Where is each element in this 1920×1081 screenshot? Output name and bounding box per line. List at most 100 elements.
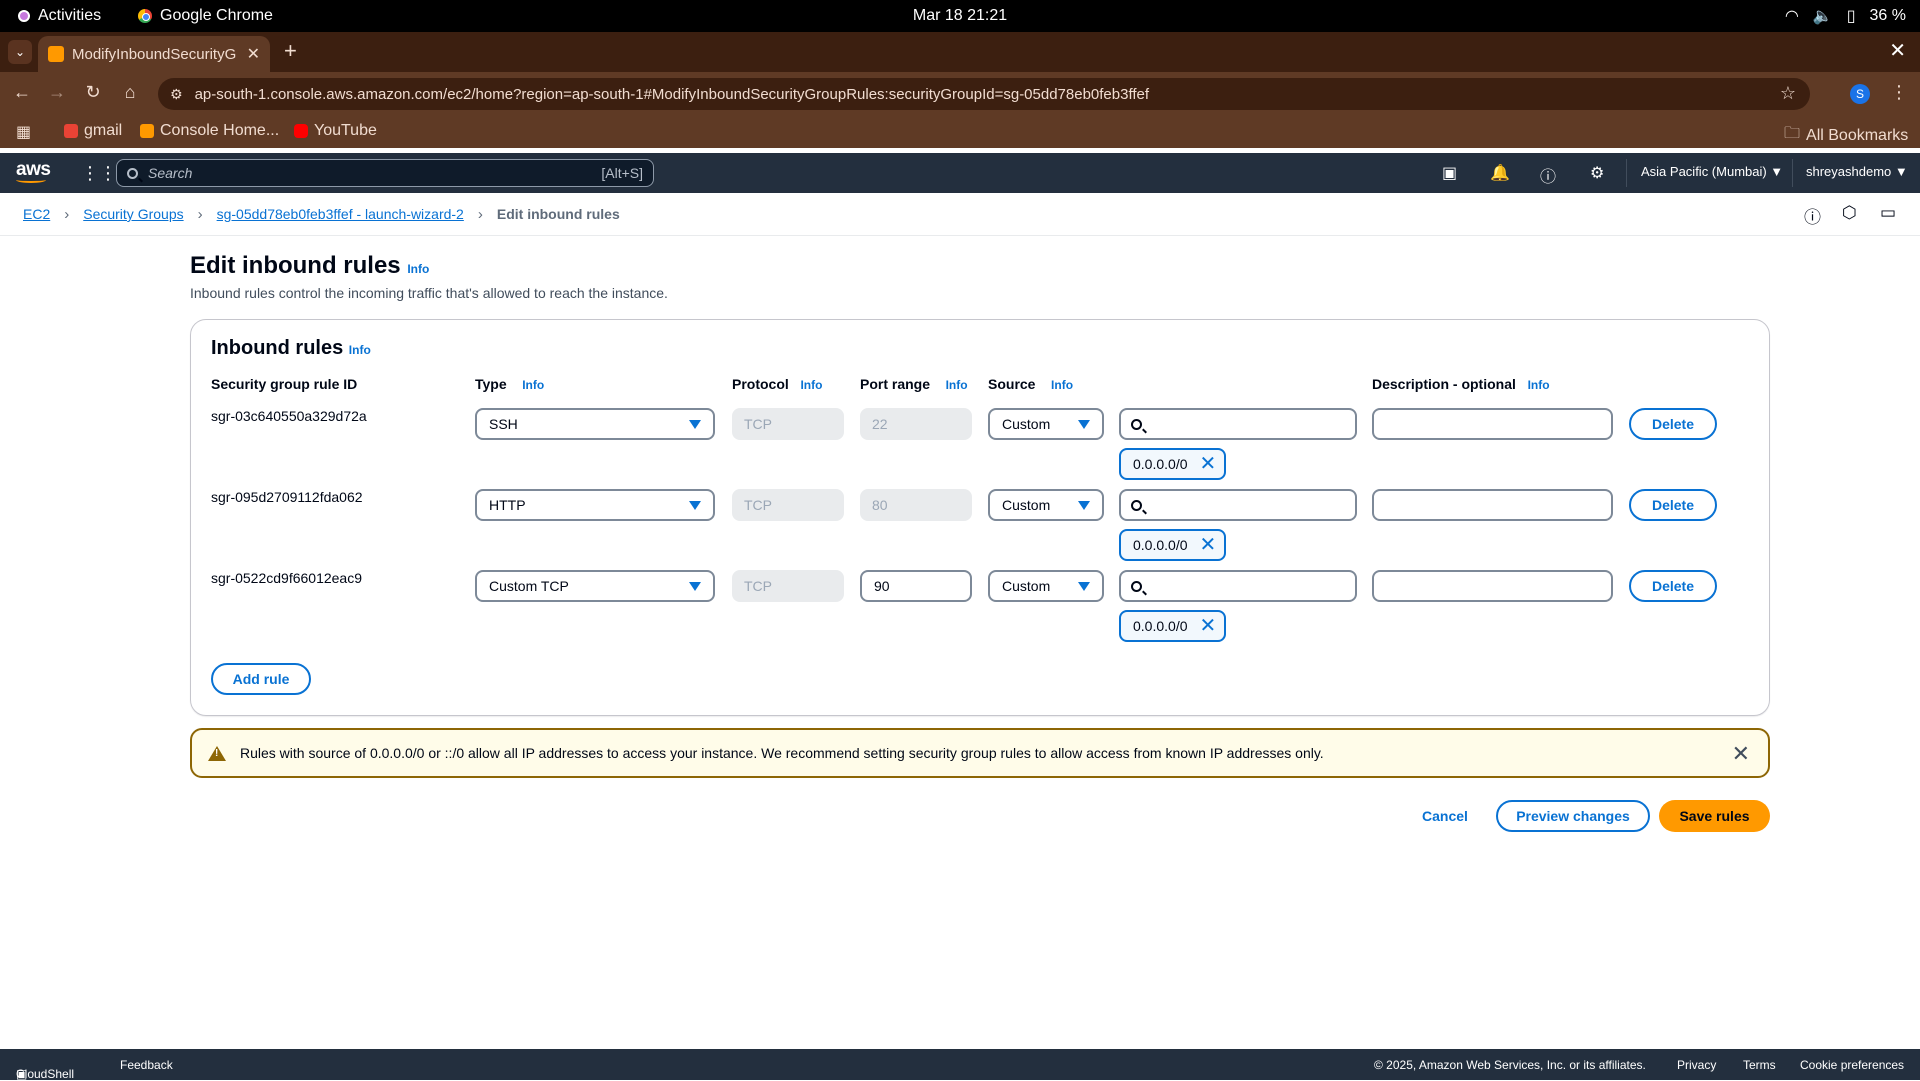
breadcrumb-current: Edit inbound rules <box>496 206 620 222</box>
close-icon[interactable]: ✕ <box>1732 741 1750 767</box>
battery-icon: ▯ <box>1846 8 1856 25</box>
bookmark-gmail[interactable]: gmail <box>64 122 122 140</box>
panel-title: Inbound rules Info <box>211 337 371 360</box>
folder-icon: 🗀 <box>1784 125 1801 142</box>
col-protocol-label: Protocol <box>732 376 789 392</box>
browser-toolbar: ← → ↻ ⌂ ⚙ ap-south-1.console.aws.amazon.… <box>0 72 1920 116</box>
divider <box>1626 159 1627 187</box>
cidr-token: 0.0.0.0/0 ✕ <box>1119 610 1227 642</box>
info-panel-icon[interactable]: ⓘ <box>1804 203 1821 228</box>
cloudshell-icon[interactable]: ▣ <box>1442 163 1457 183</box>
address-bar[interactable]: ⚙ ap-south-1.console.aws.amazon.com/ec2/… <box>158 78 1810 110</box>
breadcrumb-security-group[interactable]: sg-05dd78eb0feb3ffef - launch-wizard-2 <box>217 206 464 222</box>
region-selector[interactable]: Asia Pacific (Mumbai) ▼ <box>1641 164 1783 179</box>
settings-gear-icon[interactable]: ⚙ <box>1590 163 1604 183</box>
page-info-link[interactable]: Info <box>407 262 429 276</box>
col-port-range: Port range Info <box>860 376 968 392</box>
tab-active[interactable]: ModifyInboundSecurityG ✕ <box>38 36 270 72</box>
search-icon <box>1131 580 1142 592</box>
reload-icon[interactable]: ↻ <box>81 82 105 103</box>
source-select[interactable]: Custom <box>988 489 1104 521</box>
protocol-field: TCP <box>732 489 844 521</box>
source-select[interactable]: Custom <box>988 570 1104 602</box>
all-bookmarks[interactable]: 🗀 All Bookmarks <box>1784 122 1908 149</box>
add-rule-button[interactable]: Add rule <box>211 663 311 695</box>
profile-avatar[interactable]: S <box>1850 84 1870 104</box>
activities-icon <box>18 10 30 22</box>
type-info-link[interactable]: Info <box>522 378 544 392</box>
type-select[interactable]: SSH <box>475 408 715 440</box>
warning-alert: Rules with source of 0.0.0.0/0 or ::/0 a… <box>190 728 1770 778</box>
description-info-link[interactable]: Info <box>1528 378 1550 392</box>
console-footer: ▣ CloudShell Feedback © 2025, Amazon Web… <box>0 1049 1920 1081</box>
cidr-search-input[interactable] <box>1119 408 1357 440</box>
aws-logo[interactable]: aws <box>16 159 51 183</box>
inbound-rules-panel: Inbound rules Info Security group rule I… <box>190 319 1770 716</box>
breadcrumb-ec2[interactable]: EC2 <box>23 206 50 222</box>
activities-button[interactable]: Activities <box>18 0 101 32</box>
cancel-button[interactable]: Cancel <box>1422 808 1468 824</box>
app-menu[interactable]: Google Chrome <box>138 0 273 32</box>
rule-id: sgr-095d2709112fda062 <box>211 489 363 505</box>
tab-search-button[interactable]: ⌄ <box>8 40 32 64</box>
delete-rule-button[interactable]: Delete <box>1629 570 1717 602</box>
search-icon <box>127 167 138 179</box>
terms-link[interactable]: Terms <box>1743 1058 1776 1072</box>
col-rule-id: Security group rule ID <box>211 376 358 392</box>
bookmark-label: Console Home... <box>160 122 280 139</box>
remove-token-icon[interactable]: ✕ <box>1200 616 1217 636</box>
account-menu[interactable]: shreyashdemo ▼ <box>1806 164 1908 179</box>
aws-search-input[interactable]: Search [Alt+S] <box>116 159 654 187</box>
delete-rule-button[interactable]: Delete <box>1629 489 1717 521</box>
preview-changes-button[interactable]: Preview changes <box>1496 800 1650 832</box>
chrome-menu-icon[interactable]: ⋮ <box>1890 82 1908 103</box>
breadcrumb-security-groups[interactable]: Security Groups <box>83 206 183 222</box>
cidr-search-input[interactable] <box>1119 489 1357 521</box>
clock[interactable]: Mar 18 21:21 <box>0 7 1920 25</box>
bookmark-star-icon[interactable]: ☆ <box>1780 83 1796 104</box>
remove-token-icon[interactable]: ✕ <box>1200 454 1217 474</box>
notifications-icon[interactable]: 🔔 <box>1490 163 1510 183</box>
caret-down-icon <box>689 420 701 429</box>
back-icon[interactable]: ← <box>10 82 34 103</box>
port-info-link[interactable]: Info <box>946 378 968 392</box>
type-select[interactable]: Custom TCP <box>475 570 715 602</box>
cidr-search-input[interactable] <box>1119 570 1357 602</box>
feedback-icon[interactable]: ▭ <box>1880 203 1896 223</box>
description-input[interactable] <box>1372 489 1613 521</box>
source-info-link[interactable]: Info <box>1051 378 1073 392</box>
forward-icon[interactable]: → <box>45 82 69 103</box>
panel-info-link[interactable]: Info <box>349 343 371 357</box>
type-select[interactable]: HTTP <box>475 489 715 521</box>
tab-close-icon[interactable]: ✕ <box>247 44 260 64</box>
save-rules-button[interactable]: Save rules <box>1659 800 1770 832</box>
col-source-label: Source <box>988 376 1036 392</box>
window-close-button[interactable]: ✕ <box>1889 38 1906 63</box>
delete-rule-button[interactable]: Delete <box>1629 408 1717 440</box>
home-icon[interactable]: ⌂ <box>118 82 142 103</box>
recent-icon[interactable]: ⬡ <box>1842 203 1857 223</box>
aws-favicon-icon <box>48 46 64 62</box>
description-input[interactable] <box>1372 408 1613 440</box>
source-select[interactable]: Custom <box>988 408 1104 440</box>
all-bookmarks-label: All Bookmarks <box>1806 126 1909 144</box>
protocol-field: TCP <box>732 408 844 440</box>
bookmark-console-home[interactable]: Console Home... <box>140 122 279 140</box>
feedback-link[interactable]: Feedback <box>120 1058 173 1072</box>
site-info-icon[interactable]: ⚙ <box>170 86 183 103</box>
col-protocol: Protocol Info <box>732 376 822 392</box>
description-input[interactable] <box>1372 570 1613 602</box>
cookie-preferences-link[interactable]: Cookie preferences <box>1800 1058 1904 1072</box>
new-tab-button[interactable]: + <box>284 38 297 64</box>
privacy-link[interactable]: Privacy <box>1677 1058 1716 1072</box>
remove-token-icon[interactable]: ✕ <box>1200 535 1217 555</box>
protocol-info-link[interactable]: Info <box>800 378 822 392</box>
page-title: Edit inbound rules Info <box>190 252 429 280</box>
system-tray[interactable]: ◠ 🔈 ▯ 36 % <box>1785 0 1906 32</box>
rule-id: sgr-03c640550a329d72a <box>211 408 367 424</box>
help-icon[interactable]: ⓘ <box>1540 163 1556 187</box>
chevron-right-icon: › <box>64 205 70 223</box>
bookmark-youtube[interactable]: YouTube <box>294 122 377 140</box>
apps-grid-icon[interactable]: ▦ <box>16 122 31 142</box>
port-range-input[interactable]: 90 <box>860 570 972 602</box>
